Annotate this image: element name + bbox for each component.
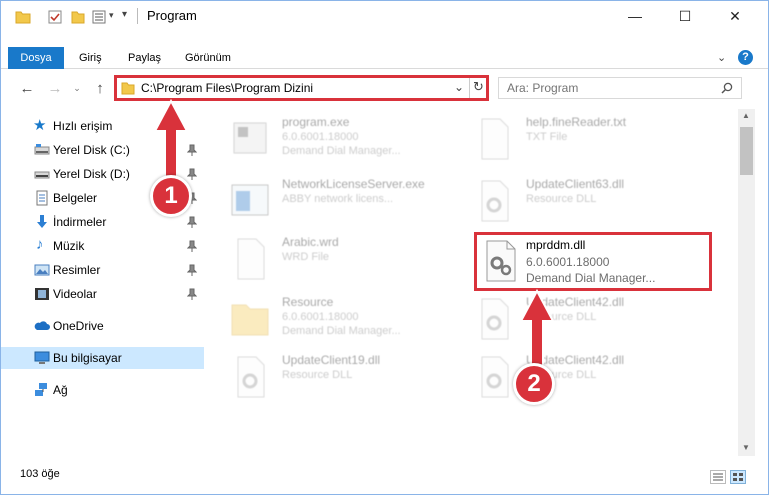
nav-onedrive[interactable]: OneDrive bbox=[1, 315, 204, 337]
up-button[interactable]: ↑ bbox=[90, 78, 110, 98]
text-file-icon bbox=[481, 118, 509, 160]
title-bar: ▾ ▾ Program — ☐ ✕ bbox=[1, 1, 768, 31]
computer-icon bbox=[34, 351, 50, 364]
pin-icon[interactable] bbox=[187, 264, 197, 276]
nav-item-music[interactable]: ♪ Müzik bbox=[1, 235, 204, 257]
recent-locations-button[interactable]: ⌄ bbox=[67, 78, 87, 98]
list-item[interactable]: NetworkLicenseServer.exe ABBY network li… bbox=[230, 175, 470, 231]
list-item[interactable]: Resource 6.0.6001.18000 Demand Dial Mana… bbox=[230, 293, 470, 349]
customize-toolbar-icon[interactable]: ▾ bbox=[122, 9, 127, 20]
pin-icon[interactable] bbox=[187, 240, 197, 252]
pin-icon[interactable] bbox=[187, 216, 197, 228]
list-item[interactable]: help.fineReader.txt TXT File bbox=[474, 113, 714, 169]
exe-file-icon bbox=[233, 122, 267, 154]
callout-badge-1: 1 bbox=[150, 175, 192, 217]
dll-file-icon bbox=[237, 356, 265, 398]
music-icon: ♪ bbox=[36, 236, 44, 253]
title-separator bbox=[137, 8, 138, 24]
dll-file-icon bbox=[481, 180, 509, 222]
expand-ribbon-icon[interactable]: ⌄ bbox=[717, 51, 726, 64]
new-folder-icon[interactable] bbox=[71, 10, 85, 24]
refresh-icon[interactable]: ↻ bbox=[473, 79, 484, 95]
mprddm-dll-item[interactable]: mprddm.dll 6.0.6001.18000 Demand Dial Ma… bbox=[474, 232, 712, 291]
cloud-icon bbox=[34, 321, 50, 330]
ribbon-tabs: Dosya Giriş Paylaş Görünüm ⌄ ? bbox=[1, 47, 768, 69]
nav-network[interactable]: Ağ bbox=[1, 379, 204, 401]
minimize-button[interactable]: — bbox=[612, 1, 658, 31]
properties-icon[interactable] bbox=[48, 10, 62, 24]
download-icon bbox=[37, 215, 47, 228]
drive-icon bbox=[34, 144, 50, 155]
documents-icon bbox=[36, 190, 48, 206]
item-count: 103 öğe bbox=[20, 468, 60, 480]
pin-icon[interactable] bbox=[187, 288, 197, 300]
search-box[interactable] bbox=[498, 77, 742, 99]
file-description: Demand Dial Manager... bbox=[526, 271, 656, 285]
tab-view[interactable]: Görünüm bbox=[175, 47, 241, 69]
file-icon bbox=[237, 238, 265, 280]
view-options-icon[interactable] bbox=[92, 10, 106, 24]
scroll-up-icon[interactable]: ▲ bbox=[742, 111, 750, 120]
chevron-down-icon: ⌄ bbox=[73, 82, 81, 93]
window-title: Program bbox=[147, 8, 197, 23]
pictures-icon bbox=[34, 264, 50, 276]
file-version: 6.0.6001.18000 bbox=[526, 255, 610, 269]
list-item[interactable]: Arabic.wrd WRD File bbox=[230, 233, 470, 289]
scroll-down-icon[interactable]: ▼ bbox=[742, 443, 750, 452]
list-item[interactable]: UpdateClient42.dll Resource DLL bbox=[474, 351, 714, 407]
list-item[interactable]: UpdateClient42.dll Resource DLL bbox=[474, 293, 714, 349]
details-view-icon bbox=[713, 473, 723, 481]
file-name: mprddm.dll bbox=[526, 238, 586, 252]
folder-icon bbox=[121, 82, 135, 95]
nav-item-pictures[interactable]: Resimler bbox=[1, 259, 204, 281]
back-button[interactable]: ← bbox=[17, 78, 37, 98]
drive-icon bbox=[34, 171, 50, 179]
list-item[interactable]: UpdateClient19.dll Resource DLL bbox=[230, 351, 470, 407]
exe-file-icon bbox=[231, 184, 269, 216]
close-button[interactable]: ✕ bbox=[712, 1, 758, 31]
forward-arrow-icon: → bbox=[47, 79, 63, 97]
tab-share[interactable]: Paylaş bbox=[118, 47, 171, 69]
folder-icon bbox=[15, 11, 31, 24]
address-path[interactable]: C:\Program Files\Program Dizini bbox=[141, 81, 313, 95]
dll-file-icon bbox=[486, 240, 516, 282]
maximize-button[interactable]: ☐ bbox=[662, 1, 708, 31]
search-input[interactable] bbox=[507, 81, 707, 95]
videos-icon bbox=[35, 288, 49, 300]
network-icon bbox=[35, 383, 47, 396]
qa-dropdown-icon[interactable]: ▾ bbox=[109, 10, 114, 21]
back-arrow-icon: ← bbox=[19, 79, 35, 97]
dll-file-icon bbox=[481, 298, 509, 340]
details-view-button[interactable] bbox=[710, 470, 726, 484]
tiles-view-button[interactable] bbox=[730, 470, 746, 484]
tiles-view-icon bbox=[733, 473, 743, 481]
help-icon[interactable]: ? bbox=[738, 50, 753, 65]
nav-item-videos[interactable]: Videolar bbox=[1, 283, 204, 305]
address-separator bbox=[469, 78, 470, 98]
search-icon bbox=[721, 82, 733, 94]
list-item[interactable]: UpdateClient63.dll Resource DLL bbox=[474, 175, 714, 231]
tab-home[interactable]: Giriş bbox=[69, 47, 112, 69]
callout-badge-2: 2 bbox=[513, 363, 555, 405]
nav-this-pc[interactable]: Bu bilgisayar bbox=[1, 347, 204, 369]
scroll-thumb[interactable] bbox=[740, 127, 753, 175]
up-arrow-icon: ↑ bbox=[96, 79, 104, 97]
address-row: ← → ⌄ ↑ C:\Program Files\Program Dizini … bbox=[1, 73, 768, 103]
list-item[interactable]: program.exe 6.0.6001.18000 Demand Dial M… bbox=[230, 113, 470, 169]
address-dropdown-icon[interactable]: ⌄ bbox=[454, 80, 464, 94]
star-icon: ★ bbox=[33, 117, 47, 134]
forward-button[interactable]: → bbox=[45, 78, 65, 98]
folder-icon bbox=[231, 304, 269, 336]
tab-file[interactable]: Dosya bbox=[8, 47, 64, 69]
dll-file-icon bbox=[481, 356, 509, 398]
explorer-window: ▾ ▾ Program — ☐ ✕ Dosya Giriş Paylaş Gör… bbox=[0, 0, 769, 495]
